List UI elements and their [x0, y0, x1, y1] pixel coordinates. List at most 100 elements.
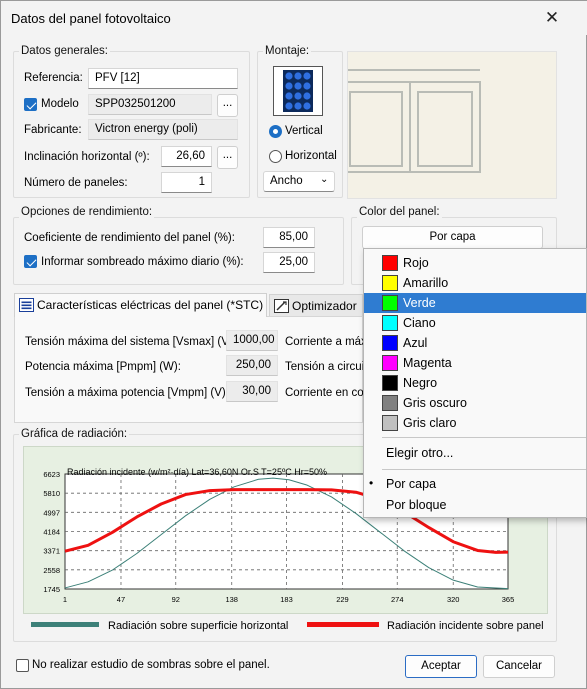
x-tick-label: 1	[63, 595, 67, 604]
modelo-input[interactable]: SPP032501200	[88, 94, 212, 115]
y-tick-label: 1745	[43, 585, 60, 594]
informar-label: Informar sombreado máximo diario (%):	[41, 256, 244, 268]
color-legend: Color del panel:	[357, 206, 442, 218]
chart-title: Radiación incidente (w/m²·día) Lat=36,60…	[67, 467, 327, 477]
list-icon	[19, 298, 34, 312]
menu-item-color-label: Ciano	[403, 316, 436, 330]
title-bar: Datos del panel fotovoltaico ✕	[1, 1, 587, 35]
inclinacion-browse-button[interactable]: ...	[217, 146, 238, 169]
informar-checkbox[interactable]	[24, 255, 37, 268]
y-tick-label: 2558	[43, 566, 60, 575]
menu-item-color[interactable]: Amarillo	[364, 273, 586, 293]
coef-input[interactable]: 85,00	[263, 227, 315, 248]
menu-separator	[382, 437, 586, 438]
menu-item-color[interactable]: Gris oscuro	[364, 393, 586, 413]
modelo-label: Modelo	[41, 98, 79, 110]
horizontal-radio[interactable]	[269, 150, 282, 163]
tension-circuito-label: Tensión a circuit	[285, 361, 368, 373]
panel-vertical-preview	[273, 66, 323, 116]
tension-pot-input[interactable]: 30,00	[226, 381, 278, 402]
tension-pot-label: Tensión a máxima potencia [Vmpm] (V):	[25, 387, 229, 399]
rendimiento-legend: Opciones de rendimiento:	[19, 206, 155, 218]
color-button[interactable]: Por capa	[362, 226, 543, 249]
modelo-checkbox[interactable]	[24, 98, 37, 111]
menu-item-color[interactable]: Verde	[364, 293, 586, 313]
inclinacion-input[interactable]: 26,60	[161, 146, 212, 167]
legend-horizontal-swatch	[31, 622, 99, 627]
y-tick-label: 4184	[43, 528, 60, 537]
x-tick-label: 47	[117, 595, 125, 604]
menu-item-color-label: Rojo	[403, 256, 429, 270]
menu-item-color[interactable]: Negro	[364, 373, 586, 393]
close-icon[interactable]: ✕	[541, 7, 563, 29]
numero-input[interactable]: 1	[161, 172, 212, 193]
menu-item-color-label: Gris claro	[403, 416, 457, 430]
vertical-label: Vertical	[285, 125, 323, 137]
menu-item-por-capa[interactable]: • Por capa	[364, 474, 586, 494]
inclinacion-label: Inclinación horizontal (º):	[24, 151, 150, 163]
legend-horizontal-label: Radiación sobre superficie horizontal	[108, 620, 289, 632]
x-tick-label: 138	[225, 595, 238, 604]
x-tick-label: 320	[447, 595, 460, 604]
horizontal-label: Horizontal	[285, 150, 337, 162]
tab-electricas-label: Características eléctricas del panel (*S…	[37, 298, 264, 312]
menu-item-por-bloque[interactable]: Por bloque	[364, 495, 586, 515]
vertical-radio[interactable]	[269, 125, 282, 138]
corriente-max-label: Corriente a máx	[285, 336, 367, 348]
menu-item-elegir-otro[interactable]: Elegir otro...	[364, 443, 586, 463]
menu-item-color[interactable]: Ciano	[364, 313, 586, 333]
menu-item-por-capa-label: Por capa	[386, 477, 437, 491]
menu-item-color-label: Magenta	[403, 356, 452, 370]
corriente-cc-label: Corriente en cor	[285, 387, 368, 399]
montaje-dropdown-value: Ancho	[270, 175, 303, 187]
color-swatch	[382, 375, 398, 391]
menu-item-color-label: Negro	[403, 376, 438, 390]
tension-max-input[interactable]: 1000,00	[226, 330, 278, 351]
tab-optimizador[interactable]: Optimizador	[269, 294, 363, 316]
tab-optimizador-label: Optimizador	[292, 299, 357, 313]
tension-max-label: Tensión máxima del sistema [Vsmax] (V):	[25, 336, 236, 348]
color-swatch	[382, 275, 398, 291]
referencia-input[interactable]: PFV [12]	[88, 68, 238, 89]
aceptar-button[interactable]: Aceptar	[405, 655, 477, 678]
informar-input[interactable]: 25,00	[263, 252, 315, 273]
menu-item-color[interactable]: Gris claro	[364, 413, 586, 433]
x-tick-label: 92	[172, 595, 180, 604]
montaje-dropdown[interactable]: Ancho ⌄	[263, 171, 335, 192]
general-legend: Datos generales:	[19, 45, 110, 57]
fabricante-input[interactable]: Victron energy (poli)	[88, 119, 238, 140]
sombras-label: No realizar estudio de sombras sobre el …	[32, 659, 270, 671]
x-tick-label: 183	[280, 595, 293, 604]
color-swatch	[382, 355, 398, 371]
coef-label: Coeficiente de rendimiento del panel (%)…	[24, 232, 235, 244]
potencia-input[interactable]: 250,00	[226, 355, 278, 376]
y-tick-label: 3371	[43, 547, 60, 556]
fabricante-label: Fabricante:	[24, 124, 82, 136]
menu-item-por-bloque-label: Por bloque	[386, 498, 447, 512]
menu-item-color-label: Amarillo	[403, 276, 449, 290]
x-tick-label: 365	[502, 595, 515, 604]
y-tick-label: 5810	[43, 489, 60, 498]
color-swatch	[382, 395, 398, 411]
grafica-legend: Gráfica de radiación:	[19, 428, 130, 440]
color-swatch	[382, 255, 398, 271]
menu-separator	[382, 469, 586, 470]
menu-item-color[interactable]: Magenta	[364, 353, 586, 373]
legend-incidente-label: Radiación incidente sobre panel	[387, 620, 544, 632]
menu-item-color[interactable]: Azul	[364, 333, 586, 353]
sombras-checkbox[interactable]	[16, 659, 29, 672]
referencia-label: Referencia:	[24, 72, 83, 84]
solar-panel-icon	[283, 70, 313, 112]
potencia-label: Potencia máxima [Pmpm] (W):	[25, 361, 181, 373]
dialog-window: Datos del panel fotovoltaico ✕ Datos gen…	[0, 0, 587, 689]
panel-preview	[343, 51, 557, 199]
tab-electricas[interactable]: Características eléctricas del panel (*S…	[14, 293, 267, 317]
menu-item-color[interactable]: Rojo	[364, 253, 586, 273]
cancelar-button[interactable]: Cancelar	[483, 655, 555, 678]
y-tick-label: 4997	[43, 508, 60, 517]
color-swatch	[382, 415, 398, 431]
menu-item-color-label: Gris oscuro	[403, 396, 467, 410]
optimizer-icon	[274, 299, 289, 313]
y-tick-label: 6623	[43, 470, 60, 479]
modelo-browse-button[interactable]: ...	[217, 94, 238, 117]
